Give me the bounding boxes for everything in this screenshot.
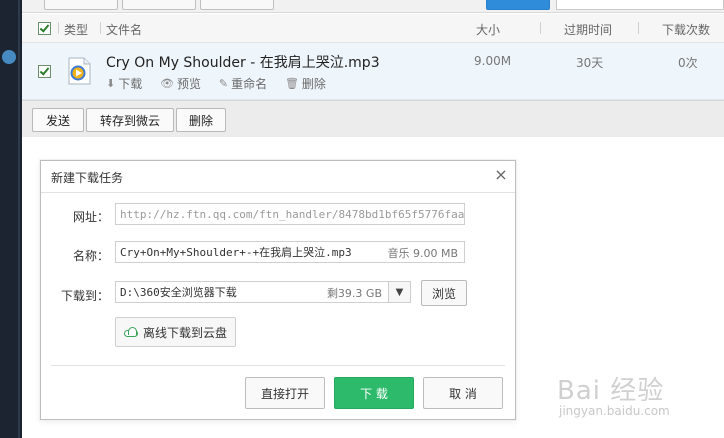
offline-label: 离线下载到云盘 <box>143 325 228 340</box>
header-separator <box>58 22 59 34</box>
url-label: 网址： <box>72 210 109 224</box>
col-type: 类型 <box>64 23 89 37</box>
file-expire: 30天 <box>576 56 604 70</box>
close-icon[interactable]: × <box>493 167 509 183</box>
file-name[interactable]: Cry On My Shoulder - 在我肩上哭泣.mp3 <box>106 52 380 72</box>
url-field[interactable]: http://hz.ftn.qq.com/ftn_handler/8478bd1… <box>115 203 465 225</box>
download-action[interactable]: ⬇ 下载 <box>106 75 142 92</box>
col-size: 大小 <box>476 23 501 37</box>
top-primary-button[interactable] <box>486 0 550 10</box>
bottom-toolbar: 发送 转存到微云 删除 <box>22 100 724 137</box>
left-sidebar-strip <box>0 0 22 438</box>
delete-action[interactable]: 🗑 删除 <box>285 75 326 92</box>
select-all-checkbox[interactable] <box>38 22 51 35</box>
top-button-3[interactable] <box>200 0 274 10</box>
rename-action[interactable]: ✎ 重命名 <box>219 75 267 92</box>
media-file-icon <box>66 57 92 85</box>
baidu-watermark: Bai 经验 jingyan.baidu.com <box>557 370 717 426</box>
header-separator <box>638 22 639 34</box>
preview-action[interactable]: 👁 预览 <box>160 75 201 92</box>
top-toolbar <box>22 0 724 13</box>
name-value: Cry+On+My+Shoulder+-+在我肩上哭泣.mp3 <box>120 246 352 259</box>
col-filename: 文件名 <box>106 23 143 37</box>
header-separator <box>540 22 541 34</box>
download-button[interactable]: 下 载 <box>334 377 414 409</box>
top-button-1[interactable] <box>44 0 118 10</box>
preview-label: 预览 <box>177 77 202 91</box>
table-header: 类型 文件名 大小 过期时间 下载次数 <box>22 14 724 43</box>
search-input[interactable] <box>556 0 724 10</box>
file-list-panel: 类型 文件名 大小 过期时间 下载次数 Cry On My Shoulder -… <box>22 0 724 137</box>
download-icon: ⬇ <box>106 77 116 90</box>
col-downloads: 下载次数 <box>662 23 711 37</box>
trash-icon: 🗑 <box>284 77 299 90</box>
path-value: D:\360安全浏览器下载 <box>120 286 237 299</box>
eye-icon: 👁 <box>160 77 175 90</box>
delete-label: 删除 <box>301 77 326 91</box>
row-checkbox[interactable] <box>38 65 51 78</box>
file-downloads: 0次 <box>678 56 698 70</box>
offline-download-button[interactable]: 离线下载到云盘 <box>115 317 237 347</box>
file-type-size: 音乐 9.00 MB <box>387 247 458 260</box>
dialog-divider <box>41 192 515 193</box>
cloud-icon <box>124 327 138 337</box>
send-button[interactable]: 发送 <box>32 108 84 132</box>
rename-label: 重命名 <box>231 77 268 91</box>
dialog-footer-divider <box>51 365 505 366</box>
dialog-title: 新建下载任务 <box>51 171 124 185</box>
sidebar-accent <box>2 50 16 64</box>
table-row[interactable]: Cry On My Shoulder - 在我肩上哭泣.mp3 ⬇ 下载 👁 预… <box>22 43 724 100</box>
browse-button[interactable]: 浏览 <box>421 280 467 306</box>
top-button-2[interactable] <box>122 0 196 10</box>
pencil-icon: ✎ <box>218 77 229 90</box>
sidebar-divider <box>18 0 20 438</box>
path-label: 下载到： <box>60 289 109 303</box>
name-label: 名称： <box>72 249 109 263</box>
row-actions: ⬇ 下载 👁 预览 ✎ 重命名 🗑 删除 <box>106 75 340 92</box>
col-expire: 过期时间 <box>564 23 613 37</box>
file-size: 9.00M <box>474 54 512 68</box>
cancel-button[interactable]: 取 消 <box>423 377 503 409</box>
watermark-site: jingyan.baidu.com <box>559 404 670 418</box>
delete-button[interactable]: 删除 <box>176 108 226 132</box>
watermark-brand: Bai 经验 <box>557 376 665 406</box>
save-to-weiyun-button[interactable]: 转存到微云 <box>86 108 174 132</box>
new-download-dialog: 新建下载任务 × 网址： http://hz.ftn.qq.com/ftn_ha… <box>40 160 516 420</box>
chevron-down-icon[interactable]: ▼ <box>389 281 411 303</box>
path-field[interactable]: D:\360安全浏览器下载 剩39.3 GB <box>115 281 389 303</box>
name-field[interactable]: Cry+On+My+Shoulder+-+在我肩上哭泣.mp3 音乐 9.00 … <box>115 241 465 263</box>
free-space: 剩39.3 GB <box>326 287 382 300</box>
download-label: 下载 <box>118 77 143 91</box>
open-directly-button[interactable]: 直接打开 <box>245 377 325 409</box>
header-separator <box>100 22 101 34</box>
